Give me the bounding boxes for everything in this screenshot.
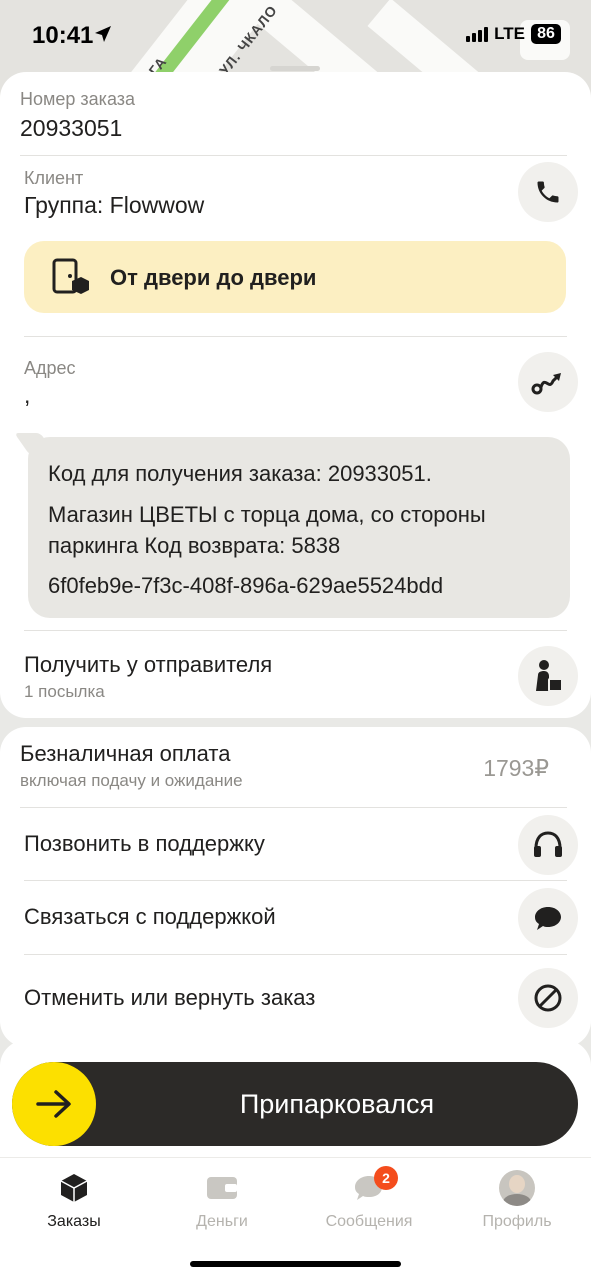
avatar [499, 1170, 535, 1206]
call-support-label[interactable]: Позвонить в поддержку [24, 831, 265, 857]
divider [24, 954, 567, 955]
network-label: LTE [494, 24, 525, 43]
call-client-button[interactable] [518, 162, 578, 222]
divider [20, 155, 567, 156]
tab-orders[interactable]: Заказы [9, 1168, 139, 1231]
slider-knob[interactable] [12, 1062, 96, 1146]
cancel-icon [534, 984, 562, 1012]
arrow-right-icon [36, 1090, 71, 1118]
phone-icon [537, 181, 559, 203]
comment-line: Код для получения заказа: 20933051. [48, 461, 432, 486]
tabbar-divider [0, 1157, 591, 1158]
order-number-label: Номер заказа [20, 89, 136, 109]
actions-card: Безналичная оплата включая подачу и ожид… [0, 727, 591, 1047]
order-comment-bubble: Код для получения заказа: 20933051. Мага… [14, 433, 570, 618]
chat-bubble-icon [535, 907, 561, 930]
chat-support-button[interactable] [518, 888, 578, 948]
parked-slider[interactable]: Припарковался [12, 1062, 578, 1146]
cancel-return-label[interactable]: Отменить или вернуть заказ [24, 985, 315, 1011]
payment-amount: 1793₽ [483, 755, 549, 781]
person-parcel-icon [536, 660, 563, 692]
order-number-value: 20933051 [20, 115, 123, 141]
box-icon [60, 1174, 88, 1202]
comment-line: Магазин ЦВЕТЫ с торца дома, со стороны [48, 502, 486, 527]
status-time: 10:41 [32, 22, 94, 49]
divider [20, 807, 567, 808]
cancel-return-button[interactable] [518, 968, 578, 1028]
tab-messages[interactable]: 2 Сообщения [304, 1166, 434, 1231]
door-box-icon [52, 258, 89, 294]
client-value: Группа: Flowwow [24, 192, 205, 218]
payment-subtitle: включая подачу и ожидание [20, 771, 243, 790]
bubble-tail [14, 433, 56, 455]
divider [24, 630, 567, 631]
home-indicator[interactable] [190, 1261, 401, 1267]
tab-messages-label: Сообщения [325, 1213, 413, 1230]
messages-badge: 2 [374, 1166, 398, 1190]
tab-money[interactable]: Деньги [157, 1168, 287, 1231]
tab-profile-label: Профиль [482, 1213, 552, 1230]
tab-profile[interactable]: Профиль [452, 1168, 582, 1231]
comment-line: 6f0feb9e-7f3c-408f-896a-629ae5524bdd [48, 573, 444, 598]
drag-handle[interactable] [270, 66, 320, 71]
divider [24, 336, 567, 337]
address-label: Адрес [24, 358, 76, 378]
door-to-door-banner: От двери до двери [24, 241, 566, 313]
tab-money-label: Деньги [196, 1213, 248, 1230]
order-card: Номер заказа 20933051 Клиент Группа: Flo… [0, 66, 591, 718]
call-support-button[interactable] [518, 815, 578, 875]
payment-title: Безналичная оплата [20, 741, 231, 766]
route-icon [531, 373, 561, 395]
pickup-subtitle: 1 посылка [24, 682, 105, 701]
comment-line: паркинга Код возврата: 5838 [48, 533, 341, 558]
wallet-icon [207, 1177, 237, 1199]
location-arrow-icon [95, 26, 111, 42]
slider-label: Припарковался [239, 1089, 435, 1119]
chat-support-label[interactable]: Связаться с поддержкой [24, 904, 276, 930]
battery-icon: 86 [531, 24, 561, 44]
tab-orders-label: Заказы [47, 1213, 101, 1230]
address-value: , [24, 382, 31, 408]
route-button[interactable] [518, 352, 578, 412]
client-label: Клиент [24, 168, 84, 188]
pickup-title: Получить у отправителя [24, 652, 273, 677]
divider [24, 880, 567, 881]
headset-icon [534, 831, 562, 857]
bottom-panel: Припарковался Заказы Деньги 2 Сообщения [0, 1040, 591, 1280]
pickup-sender-button[interactable] [518, 646, 578, 706]
signal-icon [466, 26, 489, 42]
status-bar: 10:41 LTE 86 [0, 0, 591, 70]
door-to-door-label: От двери до двери [110, 265, 317, 290]
